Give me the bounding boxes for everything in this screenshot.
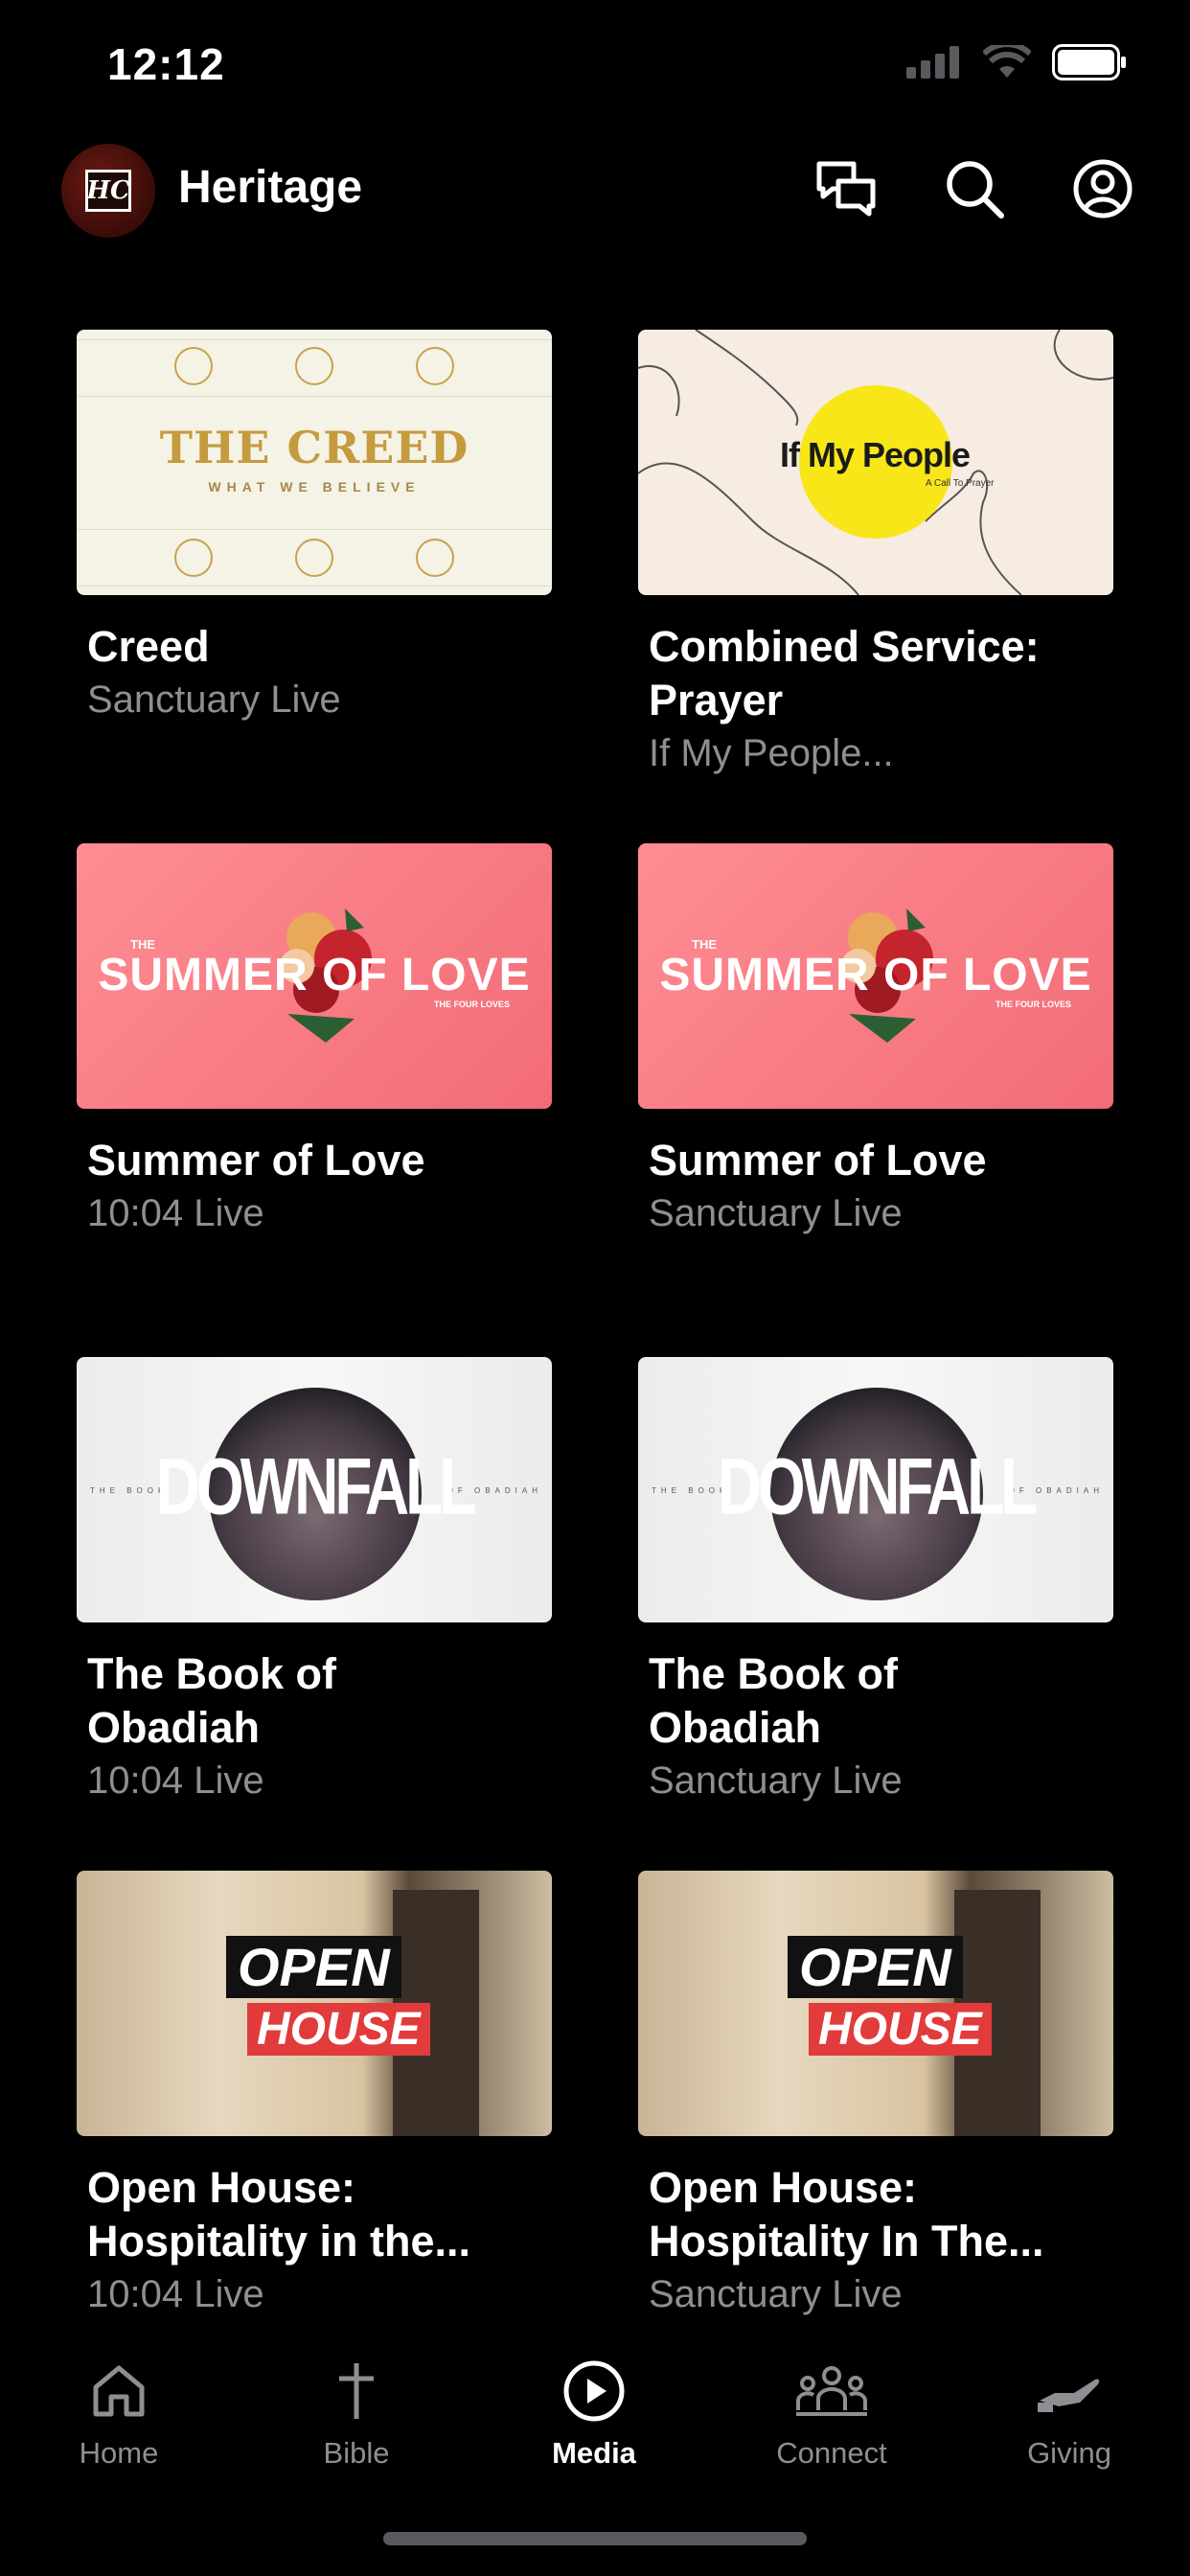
media-card[interactable]: If My People A Call To Prayer Combined S…: [638, 330, 1113, 779]
media-card[interactable]: THE CREED WHAT WE BELIEVE Creed Sanctuar…: [77, 330, 552, 725]
profile-button[interactable]: [1069, 155, 1136, 222]
app-header: HC Heritage: [0, 134, 1190, 249]
app-title: Heritage: [178, 162, 363, 213]
media-thumbnail[interactable]: THE SUMMER OF LOVE THE FOUR LOVES: [638, 843, 1113, 1109]
dove-icon: [416, 539, 454, 577]
tab-label: Bible: [323, 2436, 390, 2470]
cross-icon: [295, 539, 333, 577]
thumb-headline: SUMMER OF LOVE: [659, 950, 1092, 1000]
media-thumbnail[interactable]: OPEN HOUSE: [638, 1871, 1113, 2136]
media-thumbnail[interactable]: OPEN HOUSE: [77, 1871, 552, 2136]
chat-button[interactable]: [812, 155, 880, 222]
card-subtitle: 10:04 Live: [87, 1192, 264, 1234]
thumb-headline-2: HOUSE: [247, 2003, 430, 2056]
card-subtitle: 10:04 Live: [87, 2273, 264, 2315]
tab-label: Giving: [1027, 2436, 1111, 2470]
tab-connect[interactable]: Connect: [736, 2352, 927, 2471]
church-icon: [174, 539, 213, 577]
media-thumbnail[interactable]: THE BOOK OF OBADIAH DOWNFALL: [77, 1357, 552, 1622]
thumb-headline: DOWNFALL: [155, 1441, 477, 1531]
church-logo[interactable]: HC: [61, 144, 155, 238]
tab-giving[interactable]: Giving: [973, 2352, 1165, 2471]
card-subtitle: If My People...: [649, 732, 894, 774]
media-card[interactable]: THE SUMMER OF LOVE THE FOUR LOVES Summer…: [77, 843, 552, 1239]
media-thumbnail[interactable]: THE SUMMER OF LOVE THE FOUR LOVES: [77, 843, 552, 1109]
card-subtitle: Sanctuary Live: [87, 678, 341, 721]
card-title: Combined Service: Prayer: [649, 622, 1040, 724]
media-card[interactable]: THE BOOK OF OBADIAH DOWNFALL The Book of…: [638, 1357, 1113, 1806]
logo-mark: HC: [85, 170, 131, 212]
thumb-headline: THE CREED: [159, 422, 469, 473]
card-title: The Book of Obadiah: [649, 1649, 898, 1752]
card-title: Creed: [87, 622, 210, 671]
thumb-headline: SUMMER OF LOVE: [98, 950, 531, 1000]
emblem-icon: [416, 347, 454, 385]
card-title: The Book of Obadiah: [87, 1649, 336, 1752]
chat-icon: [816, 161, 876, 217]
status-time: 12:12: [107, 39, 225, 89]
wifi-icon: [983, 45, 1031, 78]
thumb-tagline: THE FOUR LOVES: [433, 1000, 510, 1009]
media-card[interactable]: THE SUMMER OF LOVE THE FOUR LOVES Summer…: [638, 843, 1113, 1239]
home-indicator: [383, 2532, 807, 2545]
card-subtitle: Sanctuary Live: [649, 1760, 903, 1802]
search-icon: [947, 161, 1004, 218]
search-button[interactable]: [941, 155, 1008, 222]
status-bar: 12:12: [0, 0, 1190, 134]
media-card[interactable]: OPEN HOUSE Open House: Hospitality In Th…: [638, 1871, 1113, 2320]
card-title: Open House: Hospitality In The...: [649, 2163, 1044, 2266]
cellular-signal-icon: [906, 46, 959, 79]
media-card[interactable]: THE BOOK OF OBADIAH DOWNFALL The Book of…: [77, 1357, 552, 1806]
tab-media[interactable]: Media: [498, 2352, 690, 2471]
header-actions: [812, 155, 1136, 222]
card-subtitle: Sanctuary Live: [649, 2273, 903, 2315]
thumb-headline: OPEN: [226, 1936, 401, 1998]
cross-icon: [339, 2363, 374, 2419]
giving-hand-icon: [1038, 2379, 1100, 2412]
play-icon: [563, 2360, 625, 2422]
thumb-tagline: THE FOUR LOVES: [995, 1000, 1071, 1009]
media-thumbnail[interactable]: THE BOOK OF OBADIAH DOWNFALL: [638, 1357, 1113, 1622]
home-icon: [93, 2365, 145, 2417]
thumb-headline-2: HOUSE: [809, 2003, 992, 2056]
people-icon: [796, 2366, 867, 2416]
tab-label: Media: [552, 2436, 636, 2470]
tab-bible[interactable]: Bible: [261, 2352, 452, 2471]
profile-icon: [1073, 159, 1133, 218]
card-subtitle: 10:04 Live: [87, 1760, 264, 1802]
thumb-tagline: A Call To Prayer: [926, 478, 995, 489]
media-thumbnail[interactable]: THE CREED WHAT WE BELIEVE: [77, 330, 552, 595]
crown-icon: [295, 347, 333, 385]
thumb-headline: If My People: [780, 435, 971, 474]
thumb-tagline: WHAT WE BELIEVE: [208, 479, 421, 494]
media-thumbnail[interactable]: If My People A Call To Prayer: [638, 330, 1113, 595]
card-subtitle: Sanctuary Live: [649, 1192, 903, 1234]
emblem-icon: [174, 347, 213, 385]
card-title: Summer of Love: [87, 1136, 425, 1184]
media-card[interactable]: OPEN HOUSE Open House: Hospitality in th…: [77, 1871, 552, 2320]
tab-label: Connect: [776, 2436, 887, 2470]
thumb-headline: OPEN: [788, 1936, 963, 1998]
card-title: Open House: Hospitality in the...: [87, 2163, 471, 2266]
status-icons: [906, 44, 1127, 80]
tab-home[interactable]: Home: [23, 2352, 215, 2471]
thumb-headline: DOWNFALL: [717, 1441, 1039, 1531]
battery-icon: [1052, 44, 1126, 80]
tab-label: Home: [79, 2436, 159, 2470]
card-title: Summer of Love: [649, 1136, 987, 1184]
